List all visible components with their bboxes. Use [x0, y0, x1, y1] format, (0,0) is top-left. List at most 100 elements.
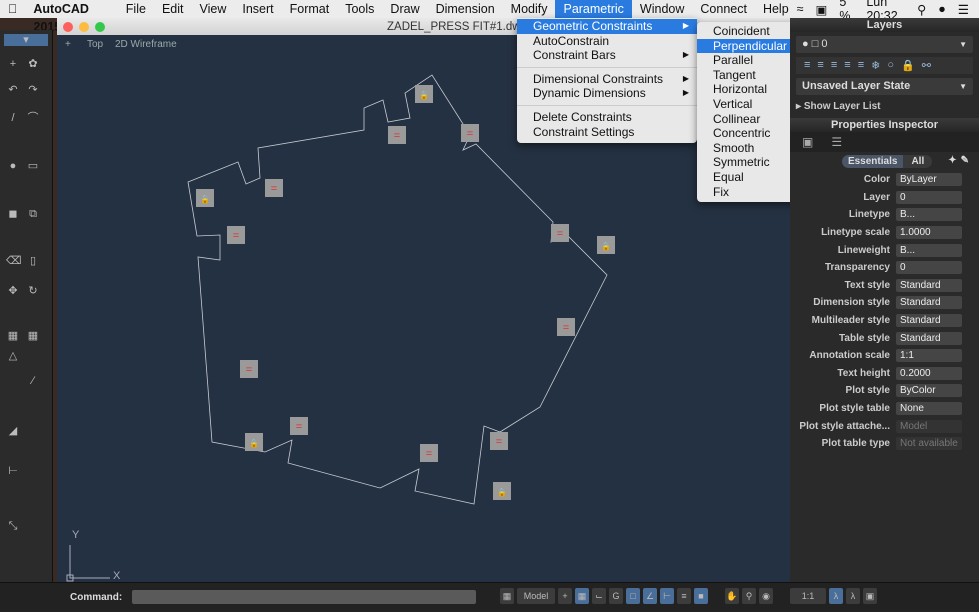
all-tab[interactable]: All [903, 155, 933, 168]
object-tab-icon[interactable]: ▣ [802, 135, 813, 149]
menu-dimension[interactable]: Dimension [428, 0, 503, 18]
view-label[interactable]: Top [87, 39, 104, 50]
apple-icon[interactable]:  [0, 0, 25, 18]
equal-constraint-icon[interactable]: = [557, 318, 575, 336]
menu-help[interactable]: Help [755, 0, 797, 18]
zoom-icon[interactable]: ⚲ [742, 588, 756, 604]
grid-icon[interactable]: ▦ [26, 330, 40, 342]
ortho-icon[interactable]: ⌙ [592, 588, 606, 604]
equal-constraint-icon[interactable]: = [461, 124, 479, 142]
menu-view[interactable]: View [192, 0, 235, 18]
app-menu[interactable]: AutoCAD 2015 [25, 0, 117, 34]
viewport-plus[interactable]: + [65, 39, 71, 50]
delete-layer-icon[interactable]: ≡ [817, 59, 823, 72]
submenu-tangent[interactable]: Tangent [697, 68, 797, 83]
property-value[interactable]: B... [896, 243, 962, 257]
siri-icon[interactable]: ● [938, 2, 946, 16]
submenu-smooth[interactable]: Smooth [697, 141, 797, 156]
submenu-collinear[interactable]: Collinear [697, 112, 797, 127]
equal-constraint-icon[interactable]: = [388, 126, 406, 144]
menu-tools[interactable]: Tools [337, 0, 382, 18]
search-icon[interactable]: ⚲ [917, 2, 926, 17]
wifi-icon[interactable]: ≈ [797, 2, 804, 16]
command-input[interactable] [132, 590, 476, 604]
equal-constraint-icon[interactable]: = [240, 360, 258, 378]
submenu-symmetric[interactable]: Symmetric [697, 155, 797, 170]
model-button[interactable]: Model [517, 588, 555, 604]
fix-constraint-icon[interactable]: 🔒 [196, 189, 214, 207]
layer-walk-icon[interactable]: ≡ [858, 59, 864, 72]
transparency-icon[interactable]: ■ [694, 588, 708, 604]
menu-item-constraint-bars[interactable]: Constraint Bars ▶ [517, 48, 697, 63]
menu-modify[interactable]: Modify [503, 0, 556, 18]
property-value[interactable]: 0 [896, 261, 962, 275]
layer-off-icon[interactable]: ○ [887, 59, 894, 72]
mirror-icon[interactable]: △ [6, 350, 20, 362]
layer-unlock-icon[interactable]: ⚯ [922, 59, 931, 72]
property-value[interactable]: ByColor [896, 384, 962, 398]
trim-icon[interactable]: ∕ [26, 375, 40, 387]
submenu-concentric[interactable]: Concentric [697, 126, 797, 141]
pan-hand-icon[interactable]: ✋ [725, 588, 739, 604]
layer-lock-icon[interactable]: 🔒 [901, 59, 915, 72]
menu-item-dimensional-constraints[interactable]: Dimensional Constraints ▶ [517, 72, 697, 87]
otrack-icon[interactable]: ∠ [643, 588, 657, 604]
property-value[interactable]: Standard [896, 331, 962, 345]
submenu-fix[interactable]: Fix [697, 185, 797, 200]
erase-icon[interactable]: ⌫ [6, 255, 22, 267]
line-icon[interactable]: / [6, 112, 20, 124]
menu-item-autoconstrain[interactable]: AutoConstrain [517, 34, 697, 49]
menu-draw[interactable]: Draw [382, 0, 427, 18]
menu-item-constraint-settings[interactable]: Constraint Settings [517, 125, 697, 140]
menu-item-delete-constraints[interactable]: Delete Constraints [517, 110, 697, 125]
zoom-button[interactable] [95, 21, 105, 32]
undo-icon[interactable]: ↶ [6, 84, 20, 96]
menu-window[interactable]: Window [632, 0, 692, 18]
new-layer-icon[interactable]: ≡ [804, 59, 810, 72]
annotation-visibility-icon[interactable]: λ [829, 588, 843, 604]
copy-icon[interactable]: ⧉ [26, 208, 40, 220]
property-value[interactable]: Standard [896, 278, 962, 292]
layer-freeze-icon[interactable]: ❄ [871, 59, 880, 72]
orbit-icon[interactable]: ◉ [759, 588, 773, 604]
equal-constraint-icon[interactable]: = [490, 432, 508, 450]
submenu-vertical[interactable]: Vertical [697, 97, 797, 112]
array-icon[interactable]: ▦ [6, 330, 20, 342]
dimension-icon[interactable]: ⊢ [6, 465, 20, 477]
pan-icon[interactable]: + [6, 58, 20, 70]
fix-constraint-icon[interactable]: 🔒 [597, 236, 615, 254]
current-layer-dropdown[interactable]: ● □ 0 ▼ [796, 36, 973, 53]
close-button[interactable] [63, 21, 73, 32]
rectangle-icon[interactable]: ▭ [26, 160, 40, 172]
property-value[interactable]: ByLayer [896, 173, 962, 187]
menu-insert[interactable]: Insert [234, 0, 281, 18]
layer-state-dropdown[interactable]: Unsaved Layer State ▼ [796, 78, 973, 95]
equal-constraint-icon[interactable]: = [265, 179, 283, 197]
measure-icon[interactable]: ⤡ [6, 520, 20, 532]
menu-edit[interactable]: Edit [154, 0, 192, 18]
property-value[interactable]: 1.0000 [896, 226, 962, 240]
osnap-icon[interactable]: □ [626, 588, 640, 604]
layer-tool-icon[interactable]: ✿ [26, 58, 40, 70]
pick-icon[interactable]: ✎ [961, 155, 969, 168]
property-value[interactable]: None [896, 402, 962, 416]
property-value[interactable]: 0.2000 [896, 366, 962, 380]
annotation-scale[interactable]: 1:1 [790, 588, 826, 604]
visual-style-label[interactable]: 2D Wireframe [115, 39, 177, 50]
snap-icon[interactable]: + [558, 588, 572, 604]
equal-constraint-icon[interactable]: = [290, 417, 308, 435]
palette-dropdown[interactable]: ▾ [4, 34, 48, 46]
grid-toggle-icon[interactable]: ▦ [575, 588, 589, 604]
layer-match-icon[interactable]: ≡ [831, 59, 837, 72]
fix-constraint-icon[interactable]: 🔒 [493, 482, 511, 500]
submenu-equal[interactable]: Equal [697, 170, 797, 185]
polar-icon[interactable]: G [609, 588, 623, 604]
menu-file[interactable]: File [118, 0, 154, 18]
refresh-icon[interactable]: ↻ [26, 285, 40, 297]
redo-icon[interactable]: ↷ [26, 84, 40, 96]
equal-constraint-icon[interactable]: = [227, 226, 245, 244]
fullscreen-icon[interactable]: ▣ [863, 588, 877, 604]
submenu-parallel[interactable]: Parallel [697, 53, 797, 68]
menu-parametric[interactable]: Parametric [555, 0, 632, 18]
layers-tab-icon[interactable]: ☰ [831, 135, 842, 149]
